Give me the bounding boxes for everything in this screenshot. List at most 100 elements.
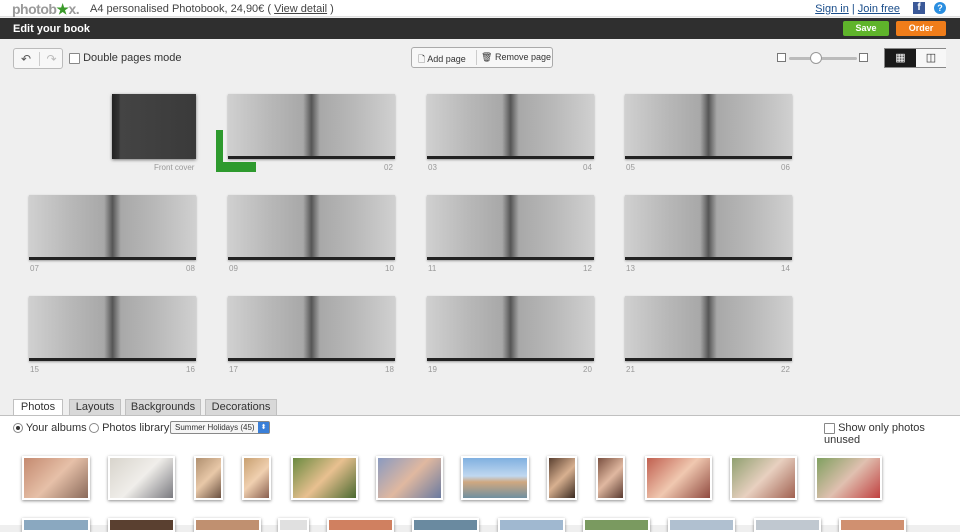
- add-page-button[interactable]: 🗋 Add page: [418, 52, 466, 68]
- photo-thumb[interactable]: [547, 456, 577, 500]
- trash-icon: 🗑: [481, 52, 493, 62]
- page-number: 21: [626, 365, 635, 374]
- photo-thumb[interactable]: [815, 456, 882, 500]
- page-number: 05: [626, 163, 635, 172]
- photo-thumb[interactable]: [461, 456, 529, 500]
- show-unused-checkbox[interactable]: [824, 422, 835, 434]
- photo-thumb[interactable]: [754, 518, 821, 532]
- spread-thumb[interactable]: [228, 296, 395, 361]
- edit-bar: Edit your book: [0, 18, 960, 39]
- grid-view-icon[interactable]: ▦: [885, 49, 916, 67]
- photo-thumb[interactable]: [376, 456, 443, 500]
- page-number: 14: [781, 264, 790, 273]
- spread-thumb[interactable]: [625, 94, 792, 159]
- double-pages-checkbox[interactable]: [69, 52, 80, 64]
- spread-thumb[interactable]: [228, 195, 395, 260]
- spread-thumb[interactable]: [625, 296, 792, 361]
- page-number: 06: [781, 163, 790, 172]
- view-detail-link[interactable]: View detail: [274, 3, 327, 15]
- page-title: Edit your book: [13, 23, 90, 35]
- page-number: 08: [186, 264, 195, 273]
- page-number: 12: [583, 264, 592, 273]
- zoom-slider[interactable]: [777, 51, 870, 65]
- page-label: Front cover: [154, 163, 195, 172]
- photo-thumb[interactable]: [22, 518, 90, 532]
- page-number: 04: [583, 163, 592, 172]
- spread-thumb[interactable]: [427, 94, 594, 159]
- join-free-link[interactable]: Join free: [858, 3, 900, 15]
- zoom-out-icon[interactable]: [777, 53, 786, 62]
- zoom-in-icon[interactable]: [859, 53, 868, 62]
- facebook-icon[interactable]: f: [913, 2, 925, 14]
- remove-page-button[interactable]: 🗑 Remove page: [481, 52, 551, 63]
- page-number: 16: [186, 365, 195, 374]
- pages-grid: Front cover 02 03 04 05 06 07 08 09 10 1…: [0, 80, 960, 398]
- tab-layouts[interactable]: Layouts: [69, 399, 121, 415]
- page-number: 15: [30, 365, 39, 374]
- photo-thumb[interactable]: [412, 518, 479, 532]
- save-button[interactable]: Save: [843, 21, 889, 36]
- page-icon: 🗋: [418, 54, 426, 64]
- photo-thumb[interactable]: [194, 518, 261, 532]
- top-bar: photob★x. A4 personalised Photobook, 24,…: [0, 0, 960, 17]
- photo-thumb[interactable]: [668, 518, 735, 532]
- your-albums-radio[interactable]: [13, 423, 23, 434]
- undo-redo-group: ↶ ↷: [13, 48, 63, 69]
- photo-thumb[interactable]: [22, 456, 90, 500]
- spread-thumb[interactable]: [427, 296, 594, 361]
- spread-thumb[interactable]: [29, 195, 196, 260]
- account-links: Sign in | Join free: [815, 3, 900, 15]
- photo-thumb[interactable]: [242, 456, 271, 500]
- page-number: 19: [428, 365, 437, 374]
- single-view-icon[interactable]: ◫: [916, 49, 946, 67]
- product-info: A4 personalised Photobook, 24,90€ ( View…: [90, 3, 334, 15]
- show-unused-toggle[interactable]: Show only photos unused: [824, 422, 960, 446]
- photo-thumb[interactable]: [498, 518, 565, 532]
- photo-thumb[interactable]: [730, 456, 797, 500]
- photos-panel: Your albums Photos library Summer Holida…: [0, 415, 960, 532]
- help-icon[interactable]: ?: [934, 2, 946, 14]
- photo-thumb[interactable]: [291, 456, 358, 500]
- redo-icon[interactable]: ↷: [39, 52, 63, 66]
- tab-decorations[interactable]: Decorations: [205, 399, 277, 415]
- order-button[interactable]: Order: [896, 21, 946, 36]
- photo-thumb[interactable]: [108, 456, 175, 500]
- photos-library-radio[interactable]: [89, 423, 99, 434]
- zoom-track[interactable]: [789, 57, 857, 60]
- photobox-logo[interactable]: photob★x.: [12, 1, 80, 18]
- tab-backgrounds[interactable]: Backgrounds: [125, 399, 201, 415]
- photo-thumb[interactable]: [194, 456, 223, 500]
- photo-thumb[interactable]: [583, 518, 650, 532]
- your-albums-option[interactable]: Your albums: [13, 422, 87, 434]
- photo-thumb[interactable]: [839, 518, 906, 532]
- spread-thumb[interactable]: [625, 195, 792, 260]
- page-number: 18: [385, 365, 394, 374]
- tab-photos[interactable]: Photos: [13, 399, 63, 416]
- page-number: 17: [229, 365, 238, 374]
- photo-thumb[interactable]: [645, 456, 712, 500]
- spread-thumb[interactable]: [427, 195, 594, 260]
- spread-thumb[interactable]: [29, 296, 196, 361]
- album-select[interactable]: Summer Holidays (45) ⬍: [170, 421, 270, 434]
- page-number: 10: [385, 264, 394, 273]
- photo-thumb[interactable]: [327, 518, 394, 532]
- sign-in-link[interactable]: Sign in: [815, 3, 849, 15]
- page-number: 07: [30, 264, 39, 273]
- photo-thumb[interactable]: [108, 518, 175, 532]
- double-pages-toggle[interactable]: Double pages mode: [69, 52, 182, 64]
- page-number: 09: [229, 264, 238, 273]
- insert-page-marker-icon: [216, 130, 256, 172]
- front-cover-thumb[interactable]: [112, 94, 196, 159]
- page-number: 11: [428, 264, 437, 273]
- select-arrow-icon: ⬍: [258, 422, 269, 433]
- page-number: 13: [626, 264, 635, 273]
- page-number: 22: [781, 365, 790, 374]
- undo-icon[interactable]: ↶: [14, 52, 38, 66]
- zoom-knob[interactable]: [810, 52, 822, 64]
- photo-thumb[interactable]: [278, 518, 309, 532]
- page-number: 02: [384, 163, 393, 172]
- photo-thumb[interactable]: [596, 456, 625, 500]
- view-toggle: ▦ ◫: [884, 48, 946, 68]
- page-number: 20: [583, 365, 592, 374]
- photos-library-option[interactable]: Photos library: [89, 422, 169, 434]
